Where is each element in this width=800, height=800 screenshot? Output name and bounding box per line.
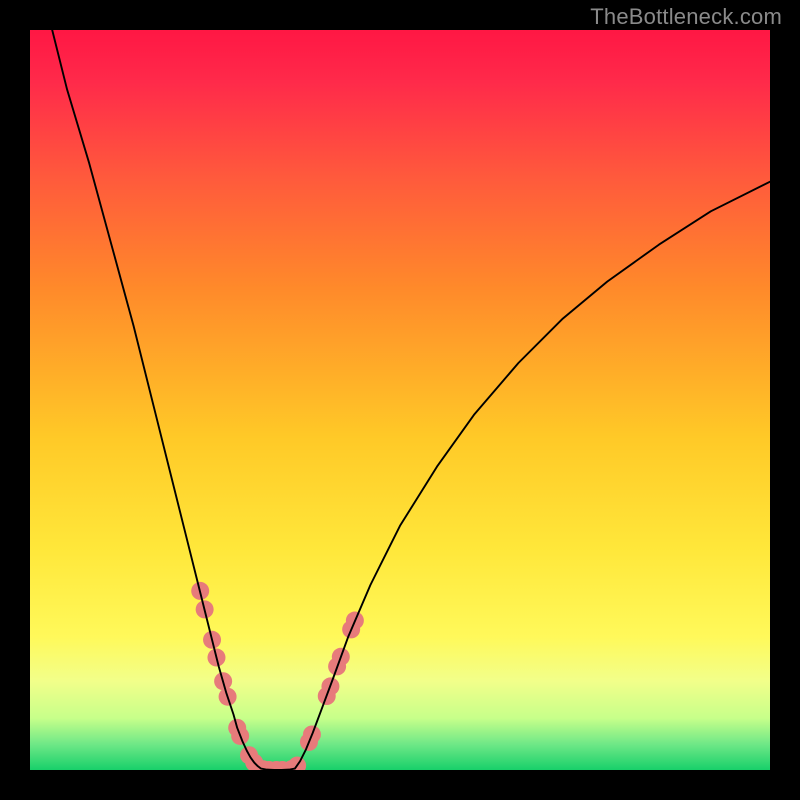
marker-dot (288, 757, 306, 770)
bottleneck-curve (52, 30, 770, 770)
curve-layer (30, 30, 770, 770)
marker-group (191, 582, 364, 770)
plot-area (30, 30, 770, 770)
watermark-text: TheBottleneck.com (590, 4, 782, 30)
chart-frame: TheBottleneck.com (0, 0, 800, 800)
